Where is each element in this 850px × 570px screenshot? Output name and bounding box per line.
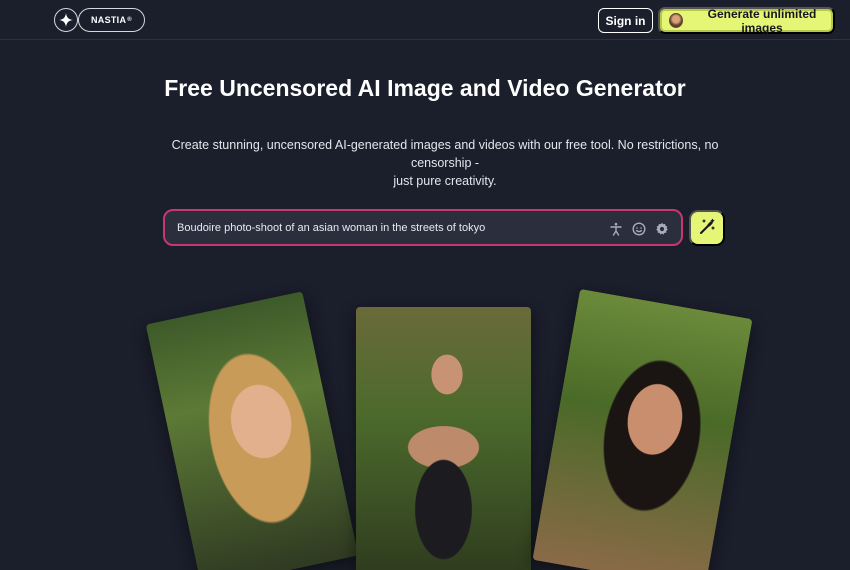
brand-logo[interactable]: NASTIA ® bbox=[78, 8, 145, 32]
face-icon[interactable] bbox=[631, 221, 647, 237]
subtitle-line-2: just pure creativity. bbox=[393, 174, 497, 188]
brand-name: NASTIA bbox=[90, 15, 127, 25]
gallery-image-2[interactable] bbox=[356, 307, 531, 570]
sign-in-button[interactable]: Sign in bbox=[598, 8, 653, 33]
page-subtitle: Create stunning, uncensored AI-generated… bbox=[160, 136, 730, 190]
avatar bbox=[669, 13, 684, 28]
prompt-input[interactable] bbox=[177, 220, 597, 236]
generate-submit-button[interactable] bbox=[689, 210, 725, 246]
generate-unlimited-button[interactable]: Generate unlimited images bbox=[658, 6, 835, 35]
settings-icon[interactable] bbox=[654, 221, 670, 237]
page-title: Free Uncensored AI Image and Video Gener… bbox=[164, 75, 686, 101]
person-icon[interactable] bbox=[608, 221, 624, 237]
sparkle-logo-icon[interactable] bbox=[54, 8, 78, 32]
generate-unlimited-label: Generate unlimited images bbox=[707, 6, 817, 35]
registered-mark: ® bbox=[127, 17, 133, 23]
gallery-image-3[interactable] bbox=[532, 288, 753, 570]
subtitle-line-1: Create stunning, uncensored AI-generated… bbox=[171, 138, 719, 170]
magic-wand-icon bbox=[698, 218, 716, 239]
gallery-image-1[interactable] bbox=[145, 291, 359, 570]
prompt-container bbox=[163, 209, 683, 246]
top-navigation: NASTIA ® Sign in Generate unlimited image… bbox=[0, 0, 850, 40]
